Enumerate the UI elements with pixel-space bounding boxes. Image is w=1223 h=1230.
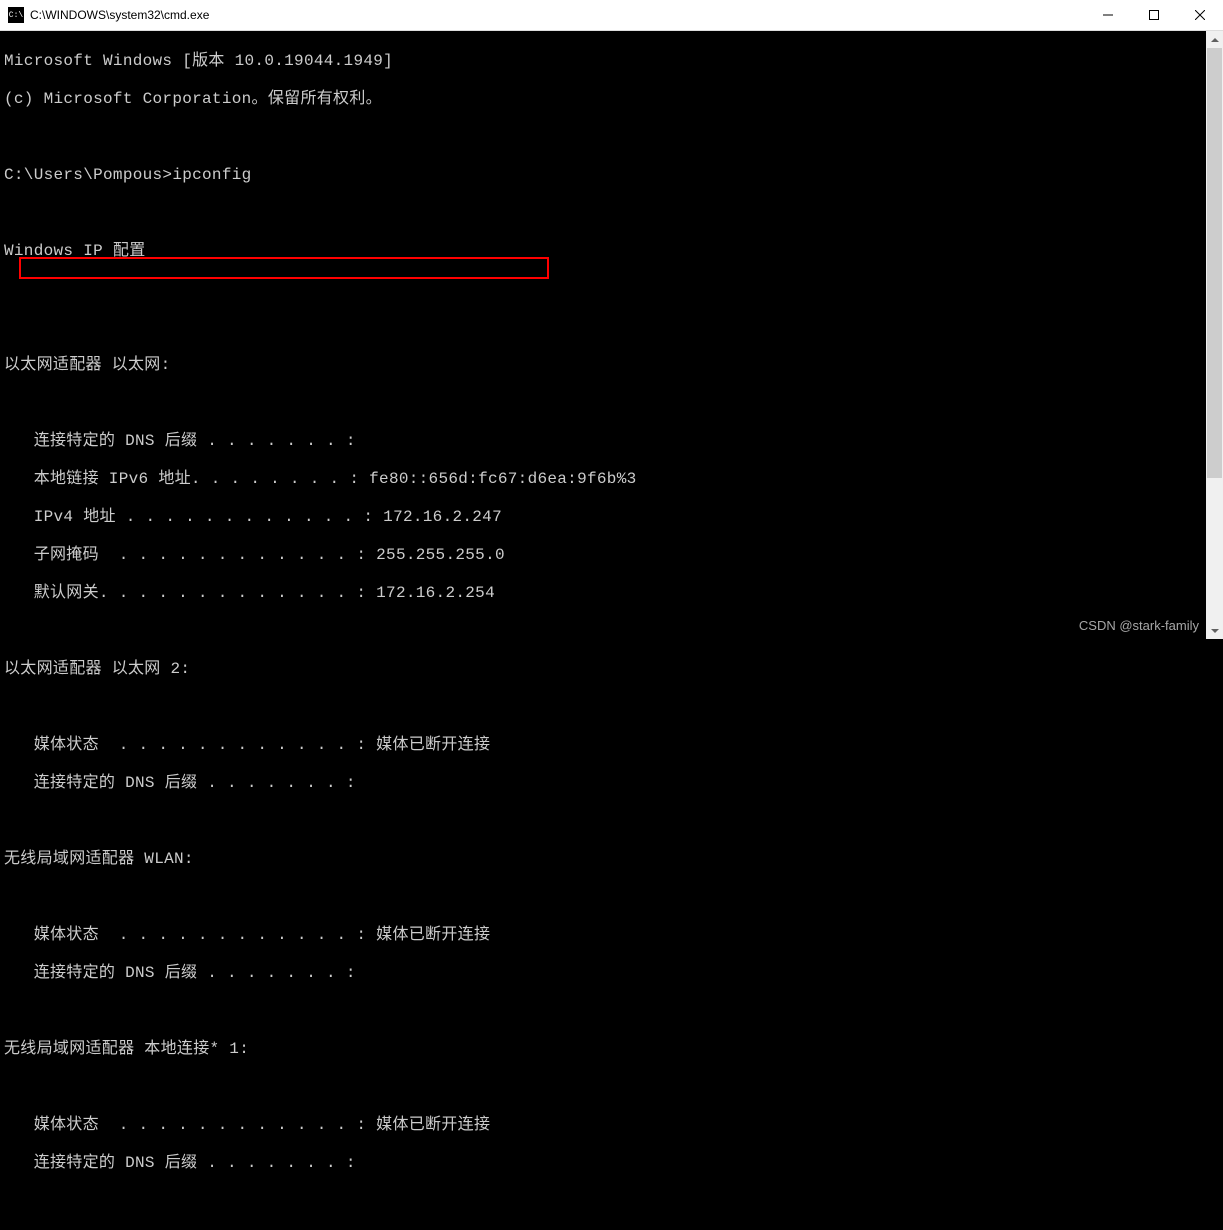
adapter-title: 无线局域网适配器 本地连接* 1: [4, 1040, 1219, 1059]
adapter-row: 媒体状态 . . . . . . . . . . . . : 媒体已断开连接 [4, 736, 1219, 755]
blank-line [4, 204, 1219, 223]
window-title: C:\WINDOWS\system32\cmd.exe [30, 8, 1085, 22]
adapter-title: 以太网适配器 以太网: [4, 356, 1219, 375]
terminal-output[interactable]: Microsoft Windows [版本 10.0.19044.1949] (… [0, 31, 1223, 639]
adapter-row-ipv4: IPv4 地址 . . . . . . . . . . . . : 172.16… [4, 508, 1219, 527]
cmd-icon: C:\ [8, 7, 24, 23]
adapter-row: 子网掩码 . . . . . . . . . . . . : 255.255.2… [4, 546, 1219, 565]
version-line: Microsoft Windows [版本 10.0.19044.1949] [4, 52, 1219, 71]
close-button[interactable] [1177, 0, 1223, 30]
window-controls [1085, 0, 1223, 30]
maximize-button[interactable] [1131, 0, 1177, 30]
adapter-row: 连接特定的 DNS 后缀 . . . . . . . : [4, 1154, 1219, 1173]
blank-line [4, 280, 1219, 299]
vertical-scrollbar[interactable] [1206, 31, 1223, 639]
copyright-line: (c) Microsoft Corporation。保留所有权利。 [4, 90, 1219, 109]
adapter-row: 连接特定的 DNS 后缀 . . . . . . . : [4, 964, 1219, 983]
adapter-title: 以太网适配器 以太网 2: [4, 660, 1219, 679]
blank-line [4, 622, 1219, 641]
adapter-row: 连接特定的 DNS 后缀 . . . . . . . : [4, 432, 1219, 451]
blank-line [4, 1078, 1219, 1097]
scroll-up-arrow[interactable] [1206, 31, 1223, 48]
watermark: CSDN @stark-family [1079, 618, 1199, 633]
blank-line [4, 128, 1219, 147]
adapter-row: 媒体状态 . . . . . . . . . . . . : 媒体已断开连接 [4, 926, 1219, 945]
scrollbar-thumb[interactable] [1207, 48, 1222, 478]
blank-line [4, 888, 1219, 907]
minimize-button[interactable] [1085, 0, 1131, 30]
ipconfig-header: Windows IP 配置 [4, 242, 1219, 261]
adapter-row: 媒体状态 . . . . . . . . . . . . : 媒体已断开连接 [4, 1116, 1219, 1135]
prompt-line: C:\Users\Pompous>ipconfig [4, 166, 1219, 185]
titlebar[interactable]: C:\ C:\WINDOWS\system32\cmd.exe [0, 0, 1223, 31]
adapter-row: 默认网关. . . . . . . . . . . . . : 172.16.2… [4, 584, 1219, 603]
scroll-down-arrow[interactable] [1206, 622, 1223, 639]
adapter-row: 连接特定的 DNS 后缀 . . . . . . . : [4, 774, 1219, 793]
blank-line [4, 812, 1219, 831]
blank-line [4, 394, 1219, 413]
adapter-row: 本地链接 IPv6 地址. . . . . . . . : fe80::656d… [4, 470, 1219, 489]
adapter-title: 无线局域网适配器 WLAN: [4, 850, 1219, 869]
blank-line [4, 318, 1219, 337]
blank-line [4, 1002, 1219, 1021]
blank-line [4, 698, 1219, 717]
